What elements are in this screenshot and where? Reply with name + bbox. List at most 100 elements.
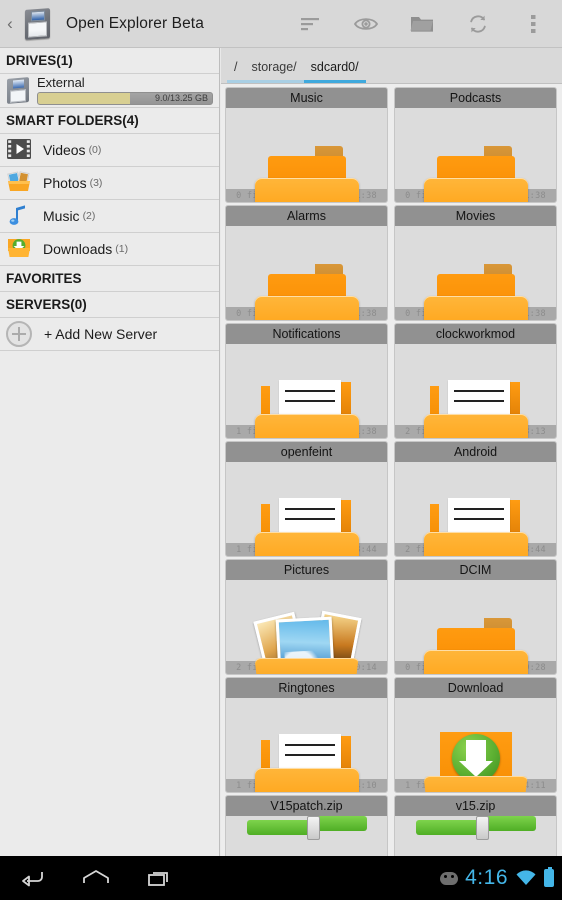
file-tile-header: Movies <box>395 206 556 226</box>
file-tile[interactable]: Notifications1 files | 08-09-2012 21:38 <box>225 323 388 439</box>
file-name: Ringtones <box>278 681 335 695</box>
file-tile[interactable]: Android2 files | 08-10-2012 08:44 <box>394 441 557 557</box>
file-tile[interactable]: Alarms0 files | 08-09-2012 21:38 <box>225 205 388 321</box>
page-title: Open Explorer Beta <box>66 14 204 32</box>
file-tile-thumbnail <box>395 816 556 856</box>
sidebar-item-photos[interactable]: Photos (3) <box>0 167 219 200</box>
sidebar-item-external-drive[interactable]: External 9.0/13.25 GB <box>0 74 219 108</box>
view-button[interactable] <box>338 0 394 48</box>
sidebar: DRIVES(1) External 9.0/13.25 GB SMART FO… <box>0 48 220 856</box>
new-folder-icon <box>410 16 433 32</box>
home-nav-icon <box>83 870 109 883</box>
sidebar-item-count: (1) <box>115 243 129 255</box>
file-tile-header: Pictures <box>226 560 387 580</box>
eye-icon <box>353 17 379 30</box>
file-tile-header: Podcasts <box>395 88 556 108</box>
drive-icon <box>5 76 31 104</box>
file-tile[interactable]: Ringtones1 files | 08-10-2012 14:10 <box>225 677 388 793</box>
sort-button[interactable] <box>282 0 338 48</box>
file-tile-header: DCIM <box>395 560 556 580</box>
sidebar-item-music[interactable]: Music (2) <box>0 200 219 233</box>
sidebar-item-label: Downloads <box>43 241 113 257</box>
recents-nav-button[interactable] <box>128 856 192 900</box>
drive-usage-bar: 9.0/13.25 GB <box>37 92 213 105</box>
file-browser-pane: /storage/sdcard0/ Music0 files | 08-09-2… <box>221 48 562 856</box>
file-grid-row: Pictures2 files | 08-10-2012 10:14DCIM0 … <box>225 559 558 675</box>
file-tile-thumbnail <box>226 344 387 438</box>
file-tile[interactable]: v15.zip <box>394 795 557 856</box>
file-name: clockworkmod <box>435 327 516 341</box>
status-tray: 4:16 <box>440 866 562 890</box>
file-tile-thumbnail <box>395 226 556 320</box>
file-name: Download <box>447 681 504 695</box>
photos-folder-icon <box>6 170 34 196</box>
video-icon <box>6 137 34 163</box>
overflow-menu-icon <box>531 14 536 33</box>
breadcrumb: / storage/sdcard0/ <box>221 48 562 84</box>
breadcrumb-item[interactable]: storage/ <box>244 60 304 83</box>
music-note-icon <box>6 203 34 229</box>
file-tile[interactable]: Music0 files | 08-09-2012 21:38 <box>225 87 388 203</box>
new-folder-button[interactable] <box>394 0 450 48</box>
file-tile-thumbnail <box>226 108 387 202</box>
wifi-icon <box>516 870 536 885</box>
file-tile-thumbnail <box>226 816 387 856</box>
sidebar-item-label: Photos <box>43 175 87 191</box>
file-tile[interactable]: Podcasts0 files | 08-09-2012 21:38 <box>394 87 557 203</box>
drive-name: External <box>37 75 85 90</box>
drive-usage-fill <box>38 93 131 104</box>
file-name: v15.zip <box>455 799 496 813</box>
sidebar-section-smart-folders: SMART FOLDERS(4) <box>0 108 219 134</box>
toolbar-actions <box>282 0 562 48</box>
back-nav-button[interactable] <box>0 856 64 900</box>
file-tile[interactable]: Movies0 files | 08-09-2012 21:38 <box>394 205 557 321</box>
back-nav-icon <box>22 872 43 887</box>
file-tile-header: Notifications <box>226 324 387 344</box>
recents-nav-icon <box>148 872 168 886</box>
home-nav-button[interactable] <box>64 856 128 900</box>
sidebar-item-label: Music <box>43 208 80 224</box>
file-tile-header: V15patch.zip <box>226 796 387 816</box>
plus-circle-icon <box>6 321 32 347</box>
drive-info: External 9.0/13.25 GB <box>31 76 219 105</box>
file-tile[interactable]: DCIM0 files | 08-10-2012 10:28 <box>394 559 557 675</box>
breadcrumb-item[interactable]: sdcard0/ <box>303 60 366 83</box>
app-title-bar: ‹ Open Explorer Beta <box>0 0 562 48</box>
add-new-server-button[interactable]: + Add New Server <box>0 318 219 351</box>
zip-archive-icon <box>415 816 536 840</box>
file-tile-header: Android <box>395 442 556 462</box>
overflow-menu-button[interactable] <box>506 0 562 48</box>
file-tile-thumbnail <box>395 580 556 674</box>
file-name: Music <box>290 91 323 105</box>
breadcrumb-item[interactable]: / <box>227 60 245 83</box>
file-tile[interactable]: openfeint1 files | 08-10-2012 08:44 <box>225 441 388 557</box>
battery-charging-icon <box>544 866 554 887</box>
zip-archive-icon <box>246 816 367 840</box>
file-grid-row: openfeint1 files | 08-10-2012 08:44Andro… <box>225 441 558 557</box>
chevron-left-icon[interactable]: ‹ <box>0 15 20 32</box>
file-tile[interactable]: clockworkmod2 files | 08-09-2012 23:13 <box>394 323 557 439</box>
file-name: Notifications <box>272 327 341 341</box>
file-tile-thumbnail <box>226 698 387 792</box>
file-tile[interactable]: Download1 files | 08-10-2012 14:11 <box>394 677 557 793</box>
file-tile[interactable]: Pictures2 files | 08-10-2012 10:14 <box>225 559 388 675</box>
file-name: Movies <box>455 209 496 223</box>
file-name: V15patch.zip <box>270 799 343 813</box>
sidebar-section-drives: DRIVES(1) <box>0 48 219 74</box>
file-tile-header: Music <box>226 88 387 108</box>
file-name: DCIM <box>459 563 492 577</box>
sidebar-item-videos[interactable]: Videos (0) <box>0 134 219 167</box>
file-tile-header: v15.zip <box>395 796 556 816</box>
file-name: Alarms <box>287 209 326 223</box>
file-grid: Music0 files | 08-09-2012 21:38Podcasts0… <box>221 85 562 856</box>
refresh-icon <box>470 14 486 33</box>
refresh-button[interactable] <box>450 0 506 48</box>
sidebar-item-downloads[interactable]: Downloads (1) <box>0 233 219 266</box>
sort-icon <box>301 17 319 30</box>
file-tile-thumbnail <box>226 462 387 556</box>
sidebar-section-servers: SERVERS(0) <box>0 292 219 318</box>
sidebar-item-count: (2) <box>82 210 96 222</box>
file-grid-row: Ringtones1 files | 08-10-2012 14:10Downl… <box>225 677 558 793</box>
file-tile-thumbnail <box>395 108 556 202</box>
file-tile[interactable]: V15patch.zip <box>225 795 388 856</box>
